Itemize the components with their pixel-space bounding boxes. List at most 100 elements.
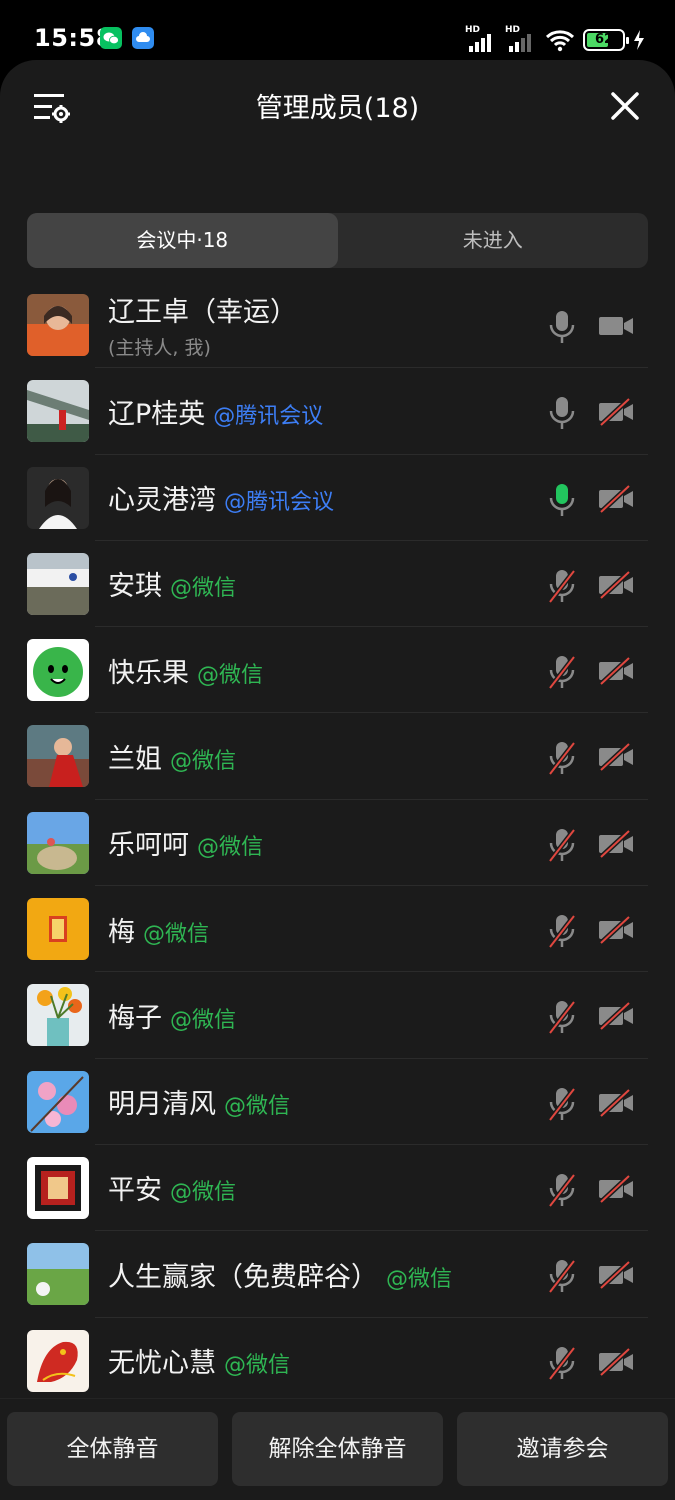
member-name: 心灵港湾 <box>108 485 216 517</box>
member-name-line: 梅子 @微信 <box>108 996 236 1035</box>
invite-button[interactable]: 邀请参会 <box>457 1412 668 1486</box>
member-row[interactable]: 安琪 @微信 <box>0 541 675 628</box>
member-info: 辽王卓（幸运） (主持人, 我) <box>108 282 297 368</box>
mic-muted-icon[interactable] <box>547 740 577 777</box>
mute-all-button[interactable]: 全体静音 <box>7 1412 218 1486</box>
member-name-line: 人生赢家（免费辟谷） @微信 <box>108 1255 452 1294</box>
avatar <box>27 984 89 1047</box>
mic-muted-icon[interactable] <box>547 827 577 863</box>
member-row[interactable]: 明月清风 @微信 <box>0 1059 675 1145</box>
member-row[interactable]: 心灵港湾 @腾讯会议 <box>0 455 675 541</box>
member-name: 辽P桂英 <box>108 398 206 430</box>
member-role: (主持人, 我) <box>108 337 211 359</box>
mic-muted-icon[interactable] <box>547 1258 577 1294</box>
mic-muted-icon[interactable] <box>547 654 577 690</box>
member-info: 梅 @微信 <box>108 886 209 972</box>
member-info: 心灵港湾 @腾讯会议 <box>108 455 334 541</box>
mic-speaking-icon[interactable] <box>547 482 577 518</box>
member-row[interactable]: 辽P桂英 @腾讯会议 <box>0 368 675 455</box>
member-source-tag: @微信 <box>386 1266 453 1292</box>
member-name: 平安 <box>108 1175 162 1207</box>
avatar <box>27 552 89 615</box>
member-info: 快乐果 @微信 <box>108 627 263 713</box>
member-name-line: 兰姐 @微信 <box>108 737 236 776</box>
mic-muted-icon[interactable] <box>547 913 577 949</box>
mic-muted-icon[interactable] <box>547 999 577 1035</box>
member-info: 人生赢家（免费辟谷） @微信 <box>108 1231 452 1317</box>
member-row[interactable]: 梅子 @微信 <box>0 972 675 1059</box>
camera-off-icon[interactable] <box>597 1087 635 1118</box>
charging-icon <box>634 30 644 50</box>
signal-icon: HD <box>465 25 497 52</box>
camera-off-icon[interactable] <box>597 483 635 514</box>
mic-muted-icon[interactable] <box>547 1345 577 1381</box>
camera-icon[interactable] <box>597 311 635 341</box>
member-info: 安琪 @微信 <box>108 541 236 627</box>
manage-members-sheet: 管理成员(18) 会议中·18 未进入 辽王卓（幸运） (主持人, 我) 辽P桂英 @… <box>0 60 675 1500</box>
member-row[interactable]: 梅 @微信 <box>0 886 675 973</box>
member-row[interactable]: 人生赢家（免费辟谷） @微信 <box>0 1231 675 1318</box>
member-source-tag: @微信 <box>224 1094 291 1120</box>
camera-off-icon[interactable] <box>597 1346 635 1377</box>
camera-off-icon[interactable] <box>597 1001 635 1032</box>
camera-off-icon[interactable] <box>597 1260 635 1291</box>
member-name: 快乐果 <box>108 657 189 689</box>
member-source-tag: @微信 <box>170 1007 237 1033</box>
member-row[interactable]: 乐呵呵 @微信 <box>0 800 675 887</box>
avatar <box>27 294 89 356</box>
tab-not-joined[interactable]: 未进入 <box>338 213 649 268</box>
member-row[interactable]: 兰姐 @微信 <box>0 713 675 800</box>
member-info: 明月清风 @微信 <box>108 1059 290 1145</box>
member-row[interactable]: 辽王卓（幸运） (主持人, 我) <box>0 282 675 369</box>
camera-off-icon[interactable] <box>597 397 635 428</box>
member-name: 兰姐 <box>108 743 162 775</box>
avatar <box>27 1329 89 1392</box>
action-bar: 全体静音 解除全体静音 邀请参会 <box>0 1398 675 1500</box>
member-name: 乐呵呵 <box>108 830 189 862</box>
unmute-all-button[interactable]: 解除全体静音 <box>232 1412 443 1486</box>
camera-off-icon[interactable] <box>597 742 635 773</box>
avatar <box>27 639 89 702</box>
member-list: 辽王卓（幸运） (主持人, 我) 辽P桂英 @腾讯会议 心灵港湾 @腾讯会议 安琪 @微信 快乐… <box>0 282 675 1404</box>
avatar <box>27 811 89 874</box>
camera-off-icon[interactable] <box>597 656 635 687</box>
member-info: 梅子 @微信 <box>108 972 236 1058</box>
member-info: 乐呵呵 @微信 <box>108 800 263 886</box>
camera-off-icon[interactable] <box>597 915 635 945</box>
member-name-line: 心灵港湾 @腾讯会议 <box>108 478 334 517</box>
member-name: 梅子 <box>108 1002 162 1034</box>
tab-in-meeting[interactable]: 会议中·18 <box>27 213 338 268</box>
member-name: 辽王卓（幸运） <box>108 297 297 328</box>
close-icon[interactable] <box>609 90 641 122</box>
member-source-tag: @微信 <box>170 748 237 774</box>
member-name: 安琪 <box>108 571 162 603</box>
battery-icon: 62 <box>583 29 629 51</box>
mic-icon[interactable] <box>547 395 577 431</box>
mic-muted-icon[interactable] <box>547 1172 577 1208</box>
member-name: 明月清风 <box>108 1089 216 1121</box>
member-row[interactable]: 平安 @微信 <box>0 1145 675 1232</box>
member-row[interactable]: 快乐果 @微信 <box>0 627 675 714</box>
mic-icon[interactable] <box>547 309 577 345</box>
member-name: 梅 <box>108 916 135 948</box>
member-source-tag: @腾讯会议 <box>213 403 324 429</box>
mic-muted-icon[interactable] <box>547 568 577 604</box>
member-name-line: 安琪 @微信 <box>108 564 236 603</box>
page-title: 管理成员(18) <box>255 93 420 124</box>
camera-off-icon[interactable] <box>597 570 635 600</box>
member-name-line: 辽王卓（幸运） <box>108 290 297 329</box>
signal-icon-2: HD <box>505 25 537 52</box>
member-name-line: 辽P桂英 @腾讯会议 <box>108 392 323 431</box>
camera-off-icon[interactable] <box>597 1174 635 1204</box>
member-name-line: 乐呵呵 @微信 <box>108 823 263 862</box>
avatar <box>27 725 89 788</box>
cloud-notification-icon <box>132 27 154 49</box>
member-name-line: 平安 @微信 <box>108 1168 236 1207</box>
member-row[interactable]: 无忧心慧 @微信 <box>0 1318 675 1404</box>
mic-muted-icon[interactable] <box>547 1086 577 1122</box>
camera-off-icon[interactable] <box>597 828 635 859</box>
member-name: 无忧心慧 <box>108 1348 216 1380</box>
member-name: 人生赢家（免费辟谷） <box>108 1261 378 1293</box>
avatar <box>27 466 89 529</box>
member-status-tabs: 会议中·18 未进入 <box>27 213 648 268</box>
